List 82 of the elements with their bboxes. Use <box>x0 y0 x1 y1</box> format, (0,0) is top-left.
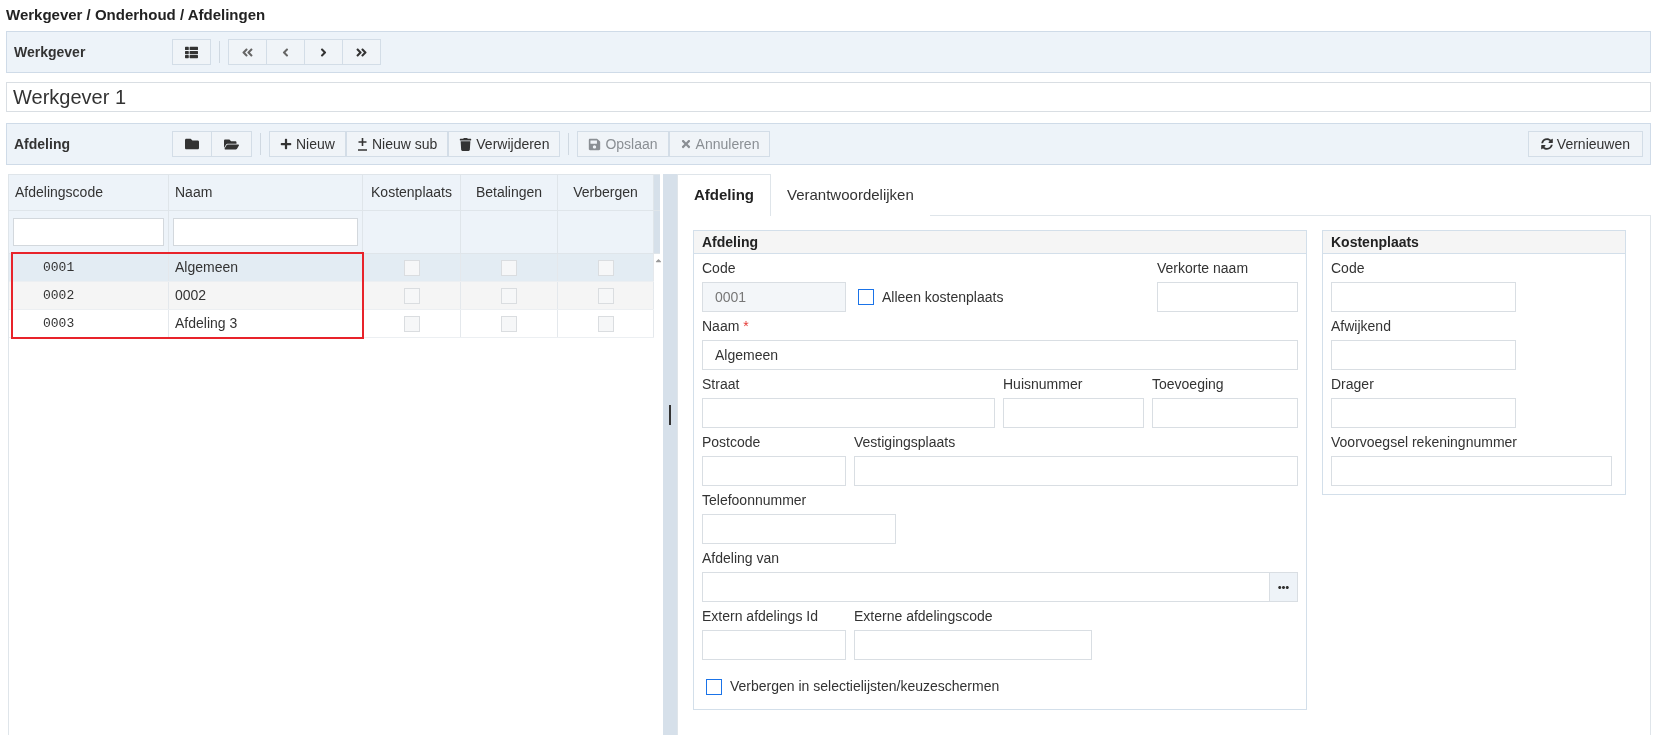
text-field[interactable]: Algemeen <box>702 340 1298 370</box>
grid-row[interactable]: 0002 0002 <box>9 282 654 310</box>
splitter[interactable] <box>663 174 677 735</box>
table-cell-text: 0002 <box>43 286 75 305</box>
toolbar-button[interactable]: Nieuw <box>269 131 346 157</box>
field-label: Externe afdelingscode <box>854 606 993 626</box>
field-label: Vestigingsplaats <box>854 432 956 452</box>
refresh-icon <box>1540 138 1553 150</box>
trash-icon <box>459 137 473 151</box>
filter-field[interactable] <box>173 218 358 246</box>
field-label: Code <box>1331 258 1365 278</box>
field-label: Verkorte naam <box>1157 258 1249 278</box>
field-label: Afwijkend <box>1331 316 1391 336</box>
text-field[interactable] <box>1152 398 1298 428</box>
column-header[interactable]: Naam <box>169 175 363 210</box>
double-chevron-left-icon <box>241 45 254 59</box>
column-header[interactable]: Betalingen <box>461 175 558 210</box>
text-field[interactable] <box>1157 282 1298 312</box>
toolbar-button[interactable]: Nieuw sub <box>345 131 449 157</box>
checkbox[interactable] <box>706 678 722 695</box>
checkbox-label: Alleen kostenplaats <box>882 287 1004 307</box>
folder-icon <box>185 137 199 151</box>
column-header[interactable]: Afdelingscode <box>9 175 169 210</box>
browse-button[interactable] <box>1270 572 1298 602</box>
table-cell-text: 0003 <box>43 314 75 333</box>
column-header[interactable]: Kostenplaats <box>363 175 461 210</box>
table-cell-text: 0001 <box>43 258 75 277</box>
toolbar-title: Afdeling <box>14 134 71 154</box>
tab[interactable]: Verantwoordelijken <box>771 174 930 216</box>
text-field[interactable] <box>1331 282 1516 312</box>
table-cell-text: 0002 <box>175 286 207 305</box>
checkbox-label: Verbergen in selectielijsten/keuzeschermen <box>730 677 1000 696</box>
text-field[interactable] <box>702 572 1270 602</box>
toolbar-title: Werkgever <box>14 42 87 62</box>
toolbar-button[interactable]: Verwijderen <box>448 131 561 157</box>
folder-open-button[interactable] <box>212 131 252 157</box>
previous-button[interactable] <box>267 39 305 65</box>
field-label: Toevoeging <box>1152 374 1224 394</box>
refresh-button[interactable]: Vernieuwen <box>1527 131 1643 157</box>
tab[interactable]: Afdeling <box>677 174 771 216</box>
text-field[interactable] <box>854 630 1092 660</box>
field-label: Naam <box>702 316 740 336</box>
field-label: Postcode <box>702 432 761 452</box>
text-field[interactable] <box>702 456 846 486</box>
text-field[interactable] <box>1331 398 1516 428</box>
first-button[interactable] <box>228 39 267 65</box>
table-cell-text: Algemeen <box>175 258 239 277</box>
grid-row[interactable]: 0003 Afdeling 3 <box>9 310 654 338</box>
panel-title: Afdeling <box>702 232 758 252</box>
save-icon <box>588 137 602 151</box>
field-label: Voorvoegsel rekeningnummer <box>1331 432 1517 452</box>
folder-button[interactable] <box>172 131 212 157</box>
table-cell-text: Afdeling 3 <box>175 314 238 333</box>
breadcrumb: Werkgever / Onderhoud / Afdelingen <box>6 5 266 26</box>
field-label: Code <box>702 258 736 278</box>
field-label: Drager <box>1331 374 1374 394</box>
required-mark: * <box>743 316 749 336</box>
text-field[interactable] <box>1331 456 1612 486</box>
field-label: Extern afdelings Id <box>702 606 818 626</box>
panel-title: Kostenplaats <box>1331 232 1419 252</box>
plus-minus-icon <box>356 137 368 151</box>
field-label: Afdeling van <box>702 548 780 568</box>
text-field[interactable] <box>854 456 1298 486</box>
field-label: Huisnummer <box>1003 374 1083 394</box>
text-field[interactable] <box>702 514 896 544</box>
field-label: Telefoonnummer <box>702 490 807 510</box>
last-button[interactable] <box>343 39 381 65</box>
scroll-up-icon <box>653 256 663 265</box>
text-field[interactable] <box>702 630 846 660</box>
text-field[interactable] <box>1003 398 1144 428</box>
text-field[interactable] <box>1331 340 1516 370</box>
text-field[interactable] <box>702 398 995 428</box>
list-icon <box>185 45 198 59</box>
field-label: Straat <box>702 374 740 394</box>
filter-field[interactable] <box>13 218 164 246</box>
double-chevron-right-icon <box>355 45 368 59</box>
list-button[interactable] <box>172 39 211 65</box>
checkbox[interactable] <box>858 289 874 305</box>
grid-row[interactable]: 0001 Algemeen <box>9 254 654 282</box>
plus-icon <box>280 138 292 150</box>
close-icon <box>679 138 692 150</box>
employer-name-field[interactable]: Werkgever 1 <box>6 82 1651 112</box>
